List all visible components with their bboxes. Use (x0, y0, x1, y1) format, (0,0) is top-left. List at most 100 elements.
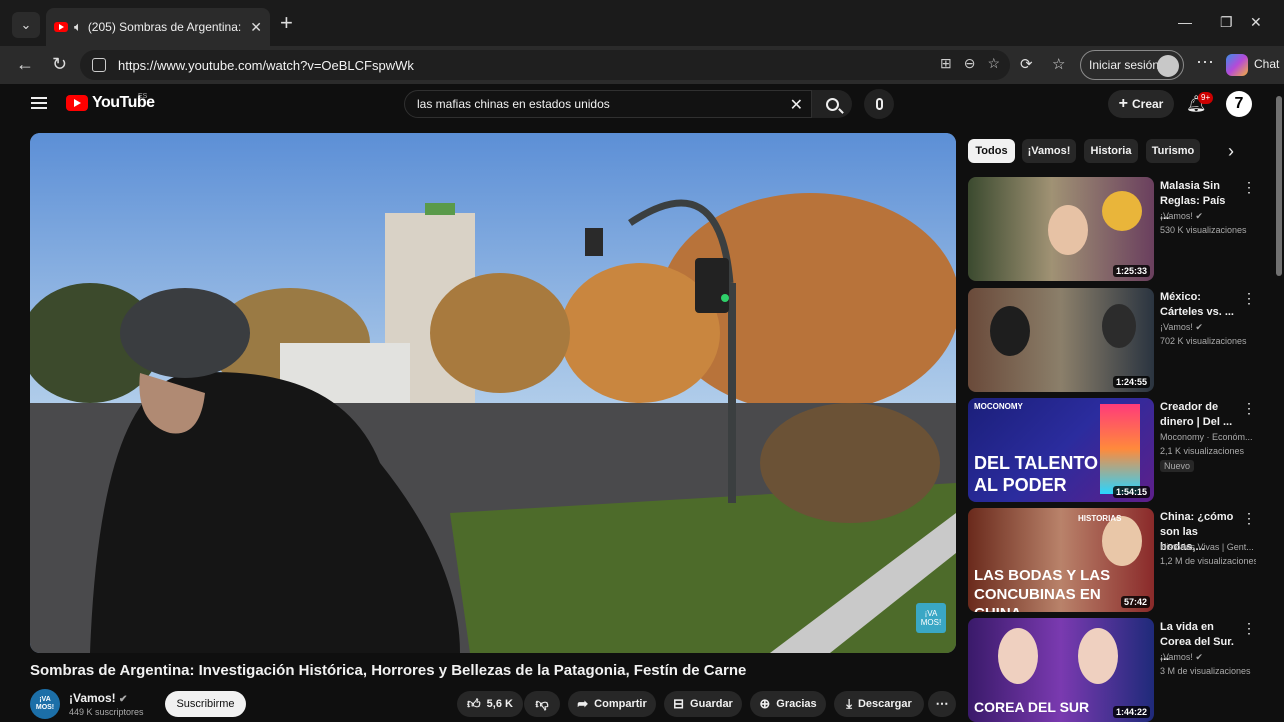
chevron-down-icon: ⌄ (20, 17, 32, 32)
close-tab-icon[interactable]: ✕ (250, 19, 262, 36)
recommendation-views: 3 M de visualizaciones (1160, 666, 1251, 676)
recommendation-views: 702 K visualizaciones (1160, 336, 1247, 346)
recommendation-channel-name[interactable]: ¡Vamos! (1160, 652, 1193, 662)
save-playlist-icon: ⊟ (673, 696, 685, 711)
video-thumbnail[interactable]: HISTORIAS LAS BODAS Y LAS CONCUBINAS EN … (968, 508, 1154, 612)
recommendation-channel[interactable]: ¡Vamos! ✔ (1160, 322, 1256, 333)
recommendation-item[interactable]: MOCONOMY DEL TALENTO AL PODER 1:54:15 Cr… (968, 398, 1268, 502)
verified-icon: ✔ (119, 694, 128, 705)
browser-menu-icon[interactable]: ⋯ (1196, 52, 1214, 73)
user-avatar[interactable]: 7 (1226, 91, 1252, 117)
recommendation-title[interactable]: México: Cárteles vs. ... (1160, 290, 1236, 320)
download-button[interactable]: ⤓ Descargar (834, 691, 924, 717)
app-available-icon[interactable]: ⊞ (940, 55, 952, 72)
recommendation-title[interactable]: Creador de dinero | Del ... (1160, 400, 1236, 430)
favorites-icon[interactable]: ☆ (1052, 55, 1065, 73)
favorite-star-icon[interactable]: ☆ (987, 55, 1000, 72)
thanks-label: Gracias (776, 698, 817, 710)
chat-label[interactable]: Chat (1254, 57, 1279, 71)
address-bar[interactable]: https://www.youtube.com/watch?v=OeBLCFsp… (80, 50, 1010, 80)
video-thumbnail[interactable]: COREA DEL SUR 1:44:22 (968, 618, 1154, 722)
back-icon[interactable]: ← (16, 54, 34, 74)
chip-todos[interactable]: Todos (968, 139, 1015, 163)
recommendation-channel[interactable]: ¡Vamos! ✔ (1160, 652, 1256, 663)
chip-vamos[interactable]: ¡Vamos! (1022, 139, 1076, 163)
thumbnail-brand: HISTORIAS (1078, 514, 1122, 523)
video-thumbnail[interactable]: 1:24:55 (968, 288, 1154, 392)
site-info-icon[interactable] (92, 58, 106, 72)
zoom-icon[interactable]: ⊖ (964, 55, 976, 72)
url-text[interactable]: https://www.youtube.com/watch?v=OeBLCFsp… (118, 58, 414, 73)
tab-actions-button[interactable]: ⌄ (12, 12, 40, 38)
verified-icon: ✔ (1195, 652, 1203, 662)
recommendation-channel[interactable]: Moconomy · Económ... (1160, 432, 1256, 442)
share-button[interactable]: ➦ Compartir (568, 691, 656, 717)
more-vert-icon[interactable]: ⋮ (1242, 290, 1256, 307)
channel-avatar[interactable]: ¡VA MOS! (30, 689, 60, 719)
save-button[interactable]: ⊟ Guardar (664, 691, 742, 717)
country-code: ES (138, 93, 148, 100)
subscribe-button[interactable]: Suscribirme (165, 691, 246, 717)
recommendation-channel[interactable]: Historias Vivas | Gent... (1160, 542, 1256, 552)
recommendation-channel-name[interactable]: ¡Vamos! (1160, 211, 1193, 221)
recommendation-item[interactable]: HISTORIAS LAS BODAS Y LAS CONCUBINAS EN … (968, 508, 1268, 612)
dislike-button[interactable]: 👎︎ (524, 691, 560, 717)
chip-historia[interactable]: Historia (1084, 139, 1138, 163)
channel-name[interactable]: ¡Vamos! ✔ (69, 691, 127, 705)
thumbnail-text: DEL TALENTO AL PODER (974, 453, 1099, 495)
browser-tab-bar: ⌄ 🔈︎ (205) Sombras de Argentina: I ✕ + —… (0, 0, 1284, 46)
browser-nav-bar: ← ↻ https://www.youtube.com/watch?v=OeBL… (0, 46, 1284, 84)
recommendation-channel[interactable]: ¡Vamos! ✔ (1160, 211, 1256, 222)
more-vert-icon[interactable]: ⋮ (1242, 510, 1256, 527)
channel-name-text[interactable]: ¡Vamos! (69, 691, 116, 705)
recommendation-item[interactable]: 1:25:33 Malasia Sin Reglas: País ... ¡Va… (968, 177, 1268, 281)
new-tab-button[interactable]: + (280, 12, 293, 34)
chip-turismo[interactable]: Turismo (1146, 139, 1200, 163)
chevron-right-icon[interactable]: › (1228, 141, 1234, 162)
create-label: Crear (1131, 97, 1164, 111)
like-count: 5,6 K (486, 698, 513, 710)
video-thumbnail[interactable]: MOCONOMY DEL TALENTO AL PODER 1:54:15 (968, 398, 1154, 502)
plus-icon: + (1118, 95, 1128, 112)
recommendation-item[interactable]: COREA DEL SUR 1:44:22 La vida en Corea d… (968, 618, 1268, 722)
video-player[interactable]: ¡VA MOS! (30, 133, 956, 653)
more-vert-icon[interactable]: ⋮ (1242, 400, 1256, 417)
more-horizontal-icon: ⋯ (935, 696, 949, 711)
search-input[interactable]: las mafias chinas en estados unidos ✕ (404, 90, 812, 118)
more-vert-icon[interactable]: ⋮ (1242, 620, 1256, 637)
recommendation-item[interactable]: 1:24:55 México: Cárteles vs. ... ¡Vamos!… (968, 288, 1268, 392)
save-label: Guardar (690, 698, 733, 710)
signin-label: Iniciar sesión (1089, 58, 1160, 72)
search-query[interactable]: las mafias chinas en estados unidos (417, 97, 610, 111)
close-window-icon[interactable]: ✕ (1250, 14, 1262, 31)
menu-icon[interactable] (31, 97, 47, 109)
extensions-icon[interactable]: ⟳ (1020, 55, 1033, 73)
minimize-icon[interactable]: — (1178, 14, 1192, 30)
search-button[interactable] (812, 90, 852, 118)
restore-icon[interactable]: ❐ (1220, 14, 1233, 31)
more-actions-button[interactable]: ⋯ (928, 691, 956, 717)
signin-button[interactable]: Iniciar sesión (1080, 50, 1184, 80)
recommendation-views: 1,2 M de visualizaciones (1160, 556, 1256, 566)
video-thumbnail[interactable]: 1:25:33 (968, 177, 1154, 281)
copilot-icon[interactable] (1226, 54, 1248, 76)
download-icon: ⤓ (846, 696, 852, 711)
create-button[interactable]: + Crear (1108, 90, 1174, 118)
speaker-icon[interactable]: 🔈︎ (74, 19, 82, 35)
clear-search-icon[interactable]: ✕ (790, 95, 803, 115)
channel-watermark[interactable]: ¡VA MOS! (916, 603, 946, 633)
like-button[interactable]: 👍︎ 5,6 K (457, 691, 523, 717)
verified-icon: ✔ (1195, 322, 1203, 332)
youtube-favicon-icon (54, 22, 68, 32)
download-label: Descargar (857, 698, 912, 710)
video-duration: 1:44:22 (1112, 706, 1150, 718)
more-vert-icon[interactable]: ⋮ (1242, 179, 1256, 196)
voice-search-button[interactable] (864, 89, 894, 119)
reload-icon[interactable]: ↻ (52, 54, 67, 74)
browser-tab[interactable]: 🔈︎ (205) Sombras de Argentina: I ✕ (46, 8, 270, 46)
address-bar-icons: ⊞ ⊖ ☆ (940, 55, 1000, 72)
page-scrollbar[interactable] (1276, 96, 1282, 276)
recommendation-views: 2,1 K visualizaciones (1160, 446, 1245, 456)
recommendation-channel-name[interactable]: ¡Vamos! (1160, 322, 1193, 332)
thanks-button[interactable]: ⊕ Gracias (750, 691, 826, 717)
